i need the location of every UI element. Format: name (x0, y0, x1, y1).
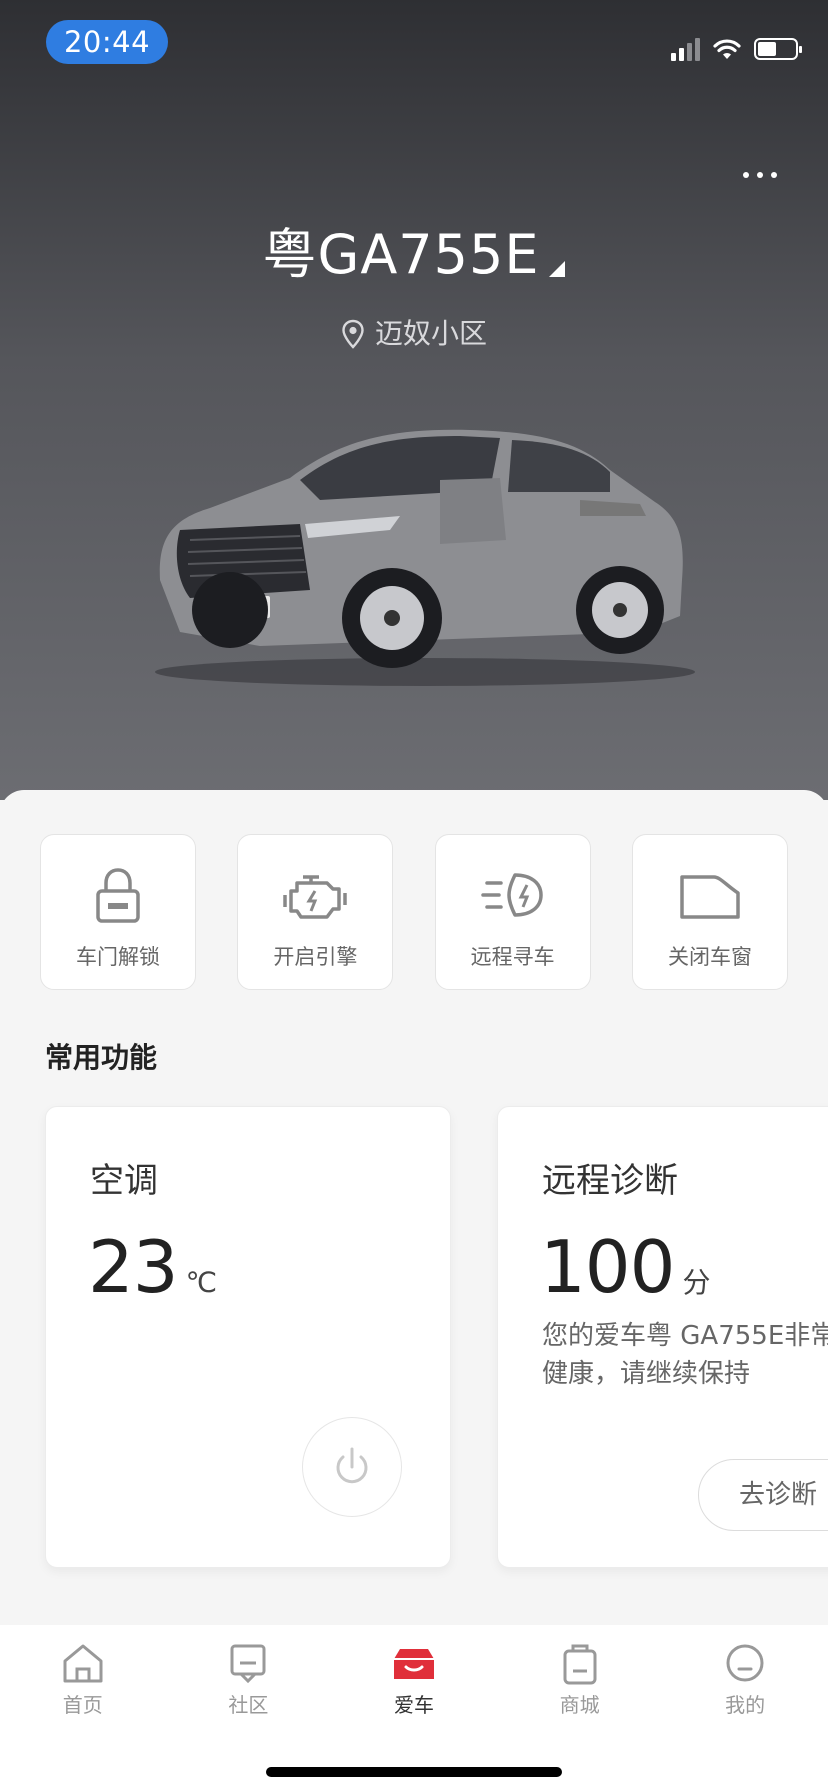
tab-my-car[interactable]: 爱车 (354, 1641, 474, 1718)
dropdown-corner-icon (549, 261, 566, 277)
vehicle-hero: 20:44 粤GA755E 迈奴小区 (0, 0, 828, 800)
power-icon (336, 1447, 368, 1484)
score-unit: 分 (682, 1266, 711, 1299)
tab-label: 我的 (725, 1693, 766, 1717)
tab-label: 首页 (62, 1693, 103, 1717)
quick-action-label: 车门解锁 (76, 945, 160, 969)
location-pin-icon (342, 319, 364, 349)
community-icon (230, 1644, 266, 1684)
find-car-button[interactable]: 远程寻车 (434, 834, 591, 990)
car-image (155, 429, 695, 686)
status-icons (671, 34, 802, 64)
section-title: 常用功能 (45, 1041, 158, 1074)
start-engine-button[interactable]: 开启引擎 (237, 834, 394, 990)
tab-label: 社区 (228, 1693, 269, 1717)
more-options-button[interactable] (732, 160, 788, 190)
quick-action-label: 远程寻车 (470, 945, 555, 969)
vehicle-selector[interactable]: 粤GA755E (0, 210, 828, 289)
signal-icon (671, 37, 700, 61)
tab-home[interactable]: 首页 (23, 1641, 143, 1718)
headlight-icon (480, 873, 543, 917)
diag-score: 100 分 (540, 1225, 711, 1309)
tab-profile[interactable]: 我的 (685, 1641, 805, 1718)
license-plate: 粤GA755E (262, 223, 540, 286)
profile-icon (726, 1644, 764, 1682)
diag-description: 您的爱车粤 GA755E非常 健康，请继续保持 (542, 1321, 828, 1389)
unlock-doors-button[interactable]: 车门解锁 (40, 834, 196, 990)
remote-diagnosis-card[interactable]: 远程诊断 100 分 您的爱车粤 GA755E非常 健康，请继续保持 去诊断 (497, 1106, 828, 1568)
go-diagnose-button[interactable]: 去诊断 (698, 1459, 828, 1531)
engine-icon (283, 875, 348, 919)
ac-title: 空调 (90, 1161, 158, 1201)
tab-label: 爱车 (393, 1693, 434, 1717)
control-sheet: 车门解锁 开启引擎 远程寻车 关闭车窗 常用功能 空调 23 ℃ 远程诊断 10… (0, 790, 828, 1625)
quick-action-label: 开启引擎 (273, 945, 358, 969)
bottom-tab-bar: 首页 社区 爱车 商城 我的 (0, 1625, 828, 1792)
wifi-icon (713, 39, 741, 59)
ac-temperature: 23 ℃ (88, 1225, 218, 1309)
tab-label: 商城 (559, 1693, 600, 1717)
shop-icon (563, 1644, 597, 1685)
close-windows-button[interactable]: 关闭车窗 (631, 834, 788, 990)
air-conditioning-card[interactable]: 空调 23 ℃ (45, 1106, 451, 1568)
lock-icon (96, 868, 140, 923)
quick-action-label: 关闭车窗 (667, 945, 752, 969)
tab-shop[interactable]: 商城 (520, 1641, 640, 1718)
ac-power-button[interactable] (302, 1417, 402, 1517)
car-window-icon (680, 875, 740, 919)
home-icon (63, 1644, 103, 1683)
tab-community[interactable]: 社区 (188, 1641, 308, 1718)
location-label: 迈奴小区 (374, 317, 487, 350)
home-indicator[interactable] (266, 1767, 562, 1777)
status-time: 20:44 (46, 20, 168, 64)
diag-title: 远程诊断 (542, 1161, 678, 1201)
car-icon (393, 1649, 434, 1679)
temperature-unit: ℃ (185, 1266, 218, 1299)
battery-icon (754, 38, 802, 60)
quick-actions: 车门解锁 开启引擎 远程寻车 关闭车窗 (40, 834, 788, 990)
vehicle-location[interactable]: 迈奴小区 (0, 312, 828, 352)
